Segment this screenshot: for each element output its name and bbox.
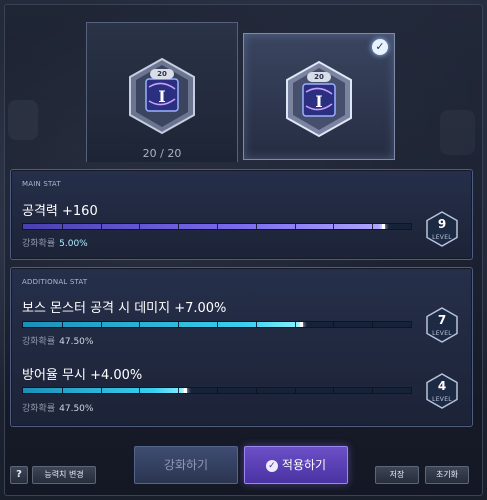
bar-segment-divider — [333, 322, 335, 327]
svg-text:I: I — [315, 92, 322, 111]
enhance-button[interactable]: 강화하기 — [134, 446, 238, 484]
bar-segment-divider — [255, 388, 257, 393]
bar-segment-divider — [255, 224, 257, 229]
reset-button[interactable]: 초기화 — [425, 466, 469, 484]
item-count: 20 / 20 — [142, 147, 182, 160]
bar-segment-divider — [294, 388, 296, 393]
probability-value: 47.50% — [59, 404, 94, 414]
bar-segment-divider — [372, 224, 374, 229]
additional-stat-panel: ADDITIONAL STAT 보스 몬스터 공격 시 데미지 +7.00% 강… — [10, 267, 473, 427]
item-level-tag: 20 — [307, 72, 331, 82]
main-stat-bar-fill — [23, 224, 384, 229]
item-level-tag: 20 — [150, 69, 174, 79]
bar-segment-divider — [333, 388, 335, 393]
bar-segment-divider — [100, 224, 102, 229]
bar-segment-divider — [139, 224, 141, 229]
help-button[interactable]: ? — [10, 466, 28, 484]
additional-stat-bar-fill — [23, 322, 303, 327]
additional-stat-name: 방어율 무시 +4.00% — [22, 368, 143, 383]
main-stat-panel: MAIN STAT 공격력 +160 강화확률 5.00% 9 LEVEL — [10, 169, 473, 260]
probability-value: 5.00% — [59, 239, 88, 249]
additional-stat-probability: 강화확률 47.50% — [22, 401, 93, 414]
apply-button-label: 적용하기 — [281, 458, 327, 472]
bar-segment-divider — [217, 388, 218, 393]
bar-segment-divider — [178, 322, 180, 327]
level-badge: 9 LEVEL — [426, 211, 458, 247]
additional-stat-bar — [22, 321, 412, 328]
probability-label: 강화확률 — [22, 404, 56, 414]
probability-value: 47.50% — [59, 337, 94, 347]
bar-segment-divider — [217, 224, 218, 229]
bar-segment-divider — [100, 322, 102, 327]
bar-segment-divider — [61, 224, 63, 229]
bar-segment-divider — [255, 322, 257, 327]
svg-text:I: I — [158, 87, 165, 106]
bar-tip — [381, 224, 385, 229]
item-slot-right[interactable]: ✓ I 20 — [243, 33, 395, 160]
check-icon: ✓ — [265, 459, 278, 472]
change-stat-button[interactable]: 능력치 변경 — [32, 466, 96, 484]
bar-segment-divider — [178, 388, 180, 393]
bar-segment-divider — [294, 322, 296, 327]
additional-stat-name: 보스 몬스터 공격 시 데미지 +7.00% — [22, 301, 227, 316]
main-stat-probability: 강화확률 5.00% — [22, 236, 88, 249]
level-number: 7 — [437, 313, 447, 327]
bar-segment-divider — [333, 224, 335, 229]
level-badge: 4 LEVEL — [426, 373, 458, 409]
level-badge: 7 LEVEL — [426, 307, 458, 343]
main-stat-name: 공격력 +160 — [22, 204, 98, 219]
level-label: LEVEL — [432, 234, 452, 241]
bar-segment-divider — [139, 322, 141, 327]
bar-segment-divider — [139, 388, 141, 393]
check-icon: ✓ — [372, 39, 388, 55]
additional-stat-bar-fill — [23, 388, 186, 393]
level-label: LEVEL — [432, 396, 452, 403]
additional-stat-probability: 강화확률 47.50% — [22, 334, 93, 347]
bar-segment-divider — [294, 224, 296, 229]
bar-segment-divider — [372, 388, 374, 393]
main-stat-bar — [22, 223, 412, 230]
item-slot-left[interactable]: I 20 20 / 20 — [86, 22, 238, 162]
bar-tip — [183, 388, 187, 393]
level-number: 4 — [437, 379, 447, 393]
bar-segment-divider — [100, 388, 102, 393]
level-number: 9 — [437, 217, 447, 231]
bar-segment-divider — [372, 322, 374, 327]
additional-stat-header: ADDITIONAL STAT — [22, 278, 88, 286]
probability-label: 강화확률 — [22, 337, 56, 347]
bar-segment-divider — [178, 224, 180, 229]
apply-button[interactable]: ✓ 적용하기 — [244, 446, 348, 484]
bar-segment-divider — [217, 322, 218, 327]
bar-tip — [300, 322, 304, 327]
main-stat-header: MAIN STAT — [22, 180, 61, 188]
bar-segment-divider — [61, 388, 63, 393]
save-button[interactable]: 저장 — [375, 466, 419, 484]
additional-stat-bar — [22, 387, 412, 394]
probability-label: 강화확률 — [22, 239, 56, 249]
level-label: LEVEL — [432, 330, 452, 337]
bar-segment-divider — [61, 322, 63, 327]
